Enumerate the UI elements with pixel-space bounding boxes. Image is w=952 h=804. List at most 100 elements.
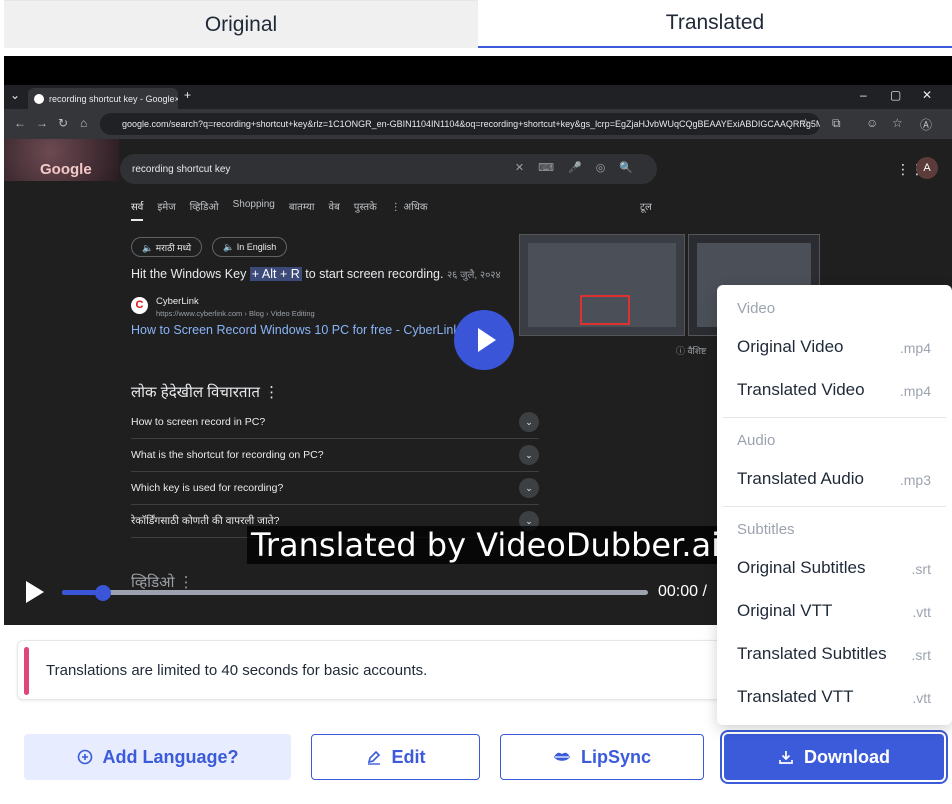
window-close-icon: ✕: [922, 88, 933, 102]
gtab-books: पुस्तके: [353, 202, 377, 213]
menu-item-ext: .mp4: [899, 383, 931, 399]
menu-item-label: Translated Video: [737, 380, 865, 399]
incognito-icon: ☺: [866, 116, 879, 130]
star-icon: ☆: [892, 116, 903, 130]
notice-accent-bar: [24, 647, 29, 695]
menu-item-ext: .vtt: [912, 690, 931, 706]
people-also-ask-title: लोक हेदेखील विचारतात ⋮: [131, 384, 280, 401]
browser-tab-title: recording shortcut key - Google: [49, 93, 175, 104]
menu-item-label: Original VTT: [737, 601, 833, 620]
featured-snippet: Hit the Windows Key + Alt + R to start s…: [131, 267, 501, 281]
progress-thumb[interactable]: [95, 585, 111, 601]
feedback-link: ⓘ वैशिष्ट: [676, 346, 707, 356]
snippet-text: Hit the Windows Key: [131, 267, 250, 281]
menu-item-label: Translated VTT: [737, 687, 854, 706]
result-thumbnail-1: [519, 234, 685, 336]
edit-button[interactable]: Edit: [311, 734, 480, 780]
back-icon: ←: [14, 116, 26, 130]
paa-question-text: What is the shortcut for recording on PC…: [131, 449, 324, 461]
google-favicon-icon: [34, 93, 44, 104]
search-query: recording shortcut key: [132, 163, 231, 175]
browser-address-bar: ← → ↻ ⌂ google.com/search?q=recording+sh…: [4, 109, 952, 139]
lipsync-button[interactable]: LipSync: [500, 734, 704, 780]
tab-search-icon: ⌄: [10, 88, 21, 102]
browser-tab: recording shortcut key - Google ×: [28, 88, 178, 109]
reload-icon: ↻: [58, 116, 69, 130]
google-logo: Google: [40, 161, 92, 178]
chip-marathi: 🔈 मराठी मध्ये: [131, 237, 203, 257]
edit-label: Edit: [391, 746, 426, 767]
big-play-button[interactable]: [454, 310, 514, 370]
limit-notice: Translations are limited to 40 seconds f…: [17, 640, 727, 700]
plus-circle-icon: [77, 749, 92, 765]
play-icon[interactable]: [26, 581, 44, 603]
menu-item-translated-subtitles[interactable]: Translated Subtitles .srt: [717, 634, 952, 674]
url-field: google.com/search?q=recording+shortcut+k…: [100, 113, 820, 135]
search-box-icons: ✕⌨🎤◎🔍: [514, 162, 647, 174]
add-language-button[interactable]: Add Language?: [24, 734, 291, 780]
videos-heading: व्हिडिओ ⋮: [131, 574, 194, 591]
gtab-all: सर्व: [131, 199, 144, 221]
paa-question: Which key is used for recording? ⌄: [131, 472, 539, 505]
lips-icon: [553, 752, 570, 761]
download-icon: [779, 751, 793, 764]
site-name: CyberLink: [156, 296, 199, 307]
menu-item-label: Translated Subtitles: [737, 644, 887, 663]
lipsync-label: LipSync: [580, 746, 651, 767]
paa-question: What is the shortcut for recording on PC…: [131, 439, 539, 472]
menu-item-translated-video[interactable]: Translated Video .mp4: [717, 370, 952, 410]
google-avatar: A: [916, 157, 938, 179]
menu-item-ext: .mp3: [899, 472, 931, 488]
video-caption: Translated by VideoDubber.ai: [247, 526, 724, 564]
edit-icon: [367, 750, 380, 765]
menu-item-ext: .srt: [911, 647, 931, 663]
menu-item-original-vtt[interactable]: Original VTT .vtt: [717, 591, 952, 631]
tab-translated[interactable]: Translated: [478, 0, 952, 48]
menu-item-translated-audio[interactable]: Translated Audio .mp3: [717, 459, 952, 499]
tab-original[interactable]: Original: [4, 0, 478, 48]
google-nav-tabs: सर्व इमेज व्हिडिओ Shopping बातम्या वेब प…: [131, 199, 428, 221]
result-site: CyberLink https://www.cyberlink.com › Bl…: [156, 296, 315, 318]
gtab-tools: टूल: [640, 202, 652, 213]
result-link: How to Screen Record Windows 10 PC for f…: [131, 323, 460, 337]
menu-header-subtitles: Subtitles: [737, 521, 795, 538]
menu-divider: [723, 506, 946, 507]
snippet-date: २६ जुलै, २०२४: [446, 270, 501, 281]
add-language-label: Add Language?: [102, 746, 239, 767]
gtab-news: बातम्या: [288, 202, 315, 213]
paa-question: How to screen record in PC? ⌄: [131, 406, 539, 439]
site-url: https://www.cyberlink.com › Blog › Video…: [156, 309, 315, 318]
bookmark-star-icon: ☆: [800, 116, 811, 130]
profile-icon: Ⓐ: [920, 118, 933, 132]
close-tab-icon: ×: [174, 93, 178, 104]
maximize-icon: ▢: [890, 88, 902, 102]
progress-track[interactable]: [62, 590, 648, 595]
app-root: Original Translated ⌄ recording shortcut…: [0, 0, 952, 804]
menu-item-label: Translated Audio: [737, 469, 864, 488]
browser-tab-strip: ⌄ recording shortcut key - Google × + – …: [4, 85, 952, 109]
menu-divider: [723, 417, 946, 418]
menu-header-audio: Audio: [737, 432, 776, 449]
download-label: Download: [804, 746, 890, 767]
menu-item-ext: .srt: [911, 561, 931, 577]
gtab-images: इमेज: [157, 202, 176, 213]
download-menu: Video Original Video .mp4 Translated Vid…: [717, 285, 952, 725]
snippet-highlight: + Alt + R: [249, 267, 302, 281]
chevron-down-icon: ⌄: [519, 478, 539, 498]
new-tab-icon: +: [184, 88, 192, 102]
gtab-shopping: Shopping: [232, 199, 275, 210]
chevron-down-icon: ⌄: [519, 412, 539, 432]
notice-text: Translations are limited to 40 seconds f…: [46, 662, 428, 679]
paa-question-text: Which key is used for recording?: [131, 482, 284, 494]
menu-item-translated-vtt[interactable]: Translated VTT .vtt: [717, 677, 952, 717]
view-tabs: Original Translated: [4, 0, 952, 50]
paa-question-text: How to screen record in PC?: [131, 416, 266, 428]
gtab-more: ⋮ अधिक: [390, 202, 428, 213]
menu-item-original-video[interactable]: Original Video .mp4: [717, 327, 952, 367]
menu-item-original-subtitles[interactable]: Original Subtitles .srt: [717, 548, 952, 588]
snippet-text-end: to start screen recording.: [301, 267, 444, 281]
menu-item-label: Original Video: [737, 337, 844, 356]
time-display: 00:00 /: [658, 583, 707, 600]
gtab-web: वेब: [328, 202, 340, 213]
download-button[interactable]: Download: [724, 734, 944, 780]
